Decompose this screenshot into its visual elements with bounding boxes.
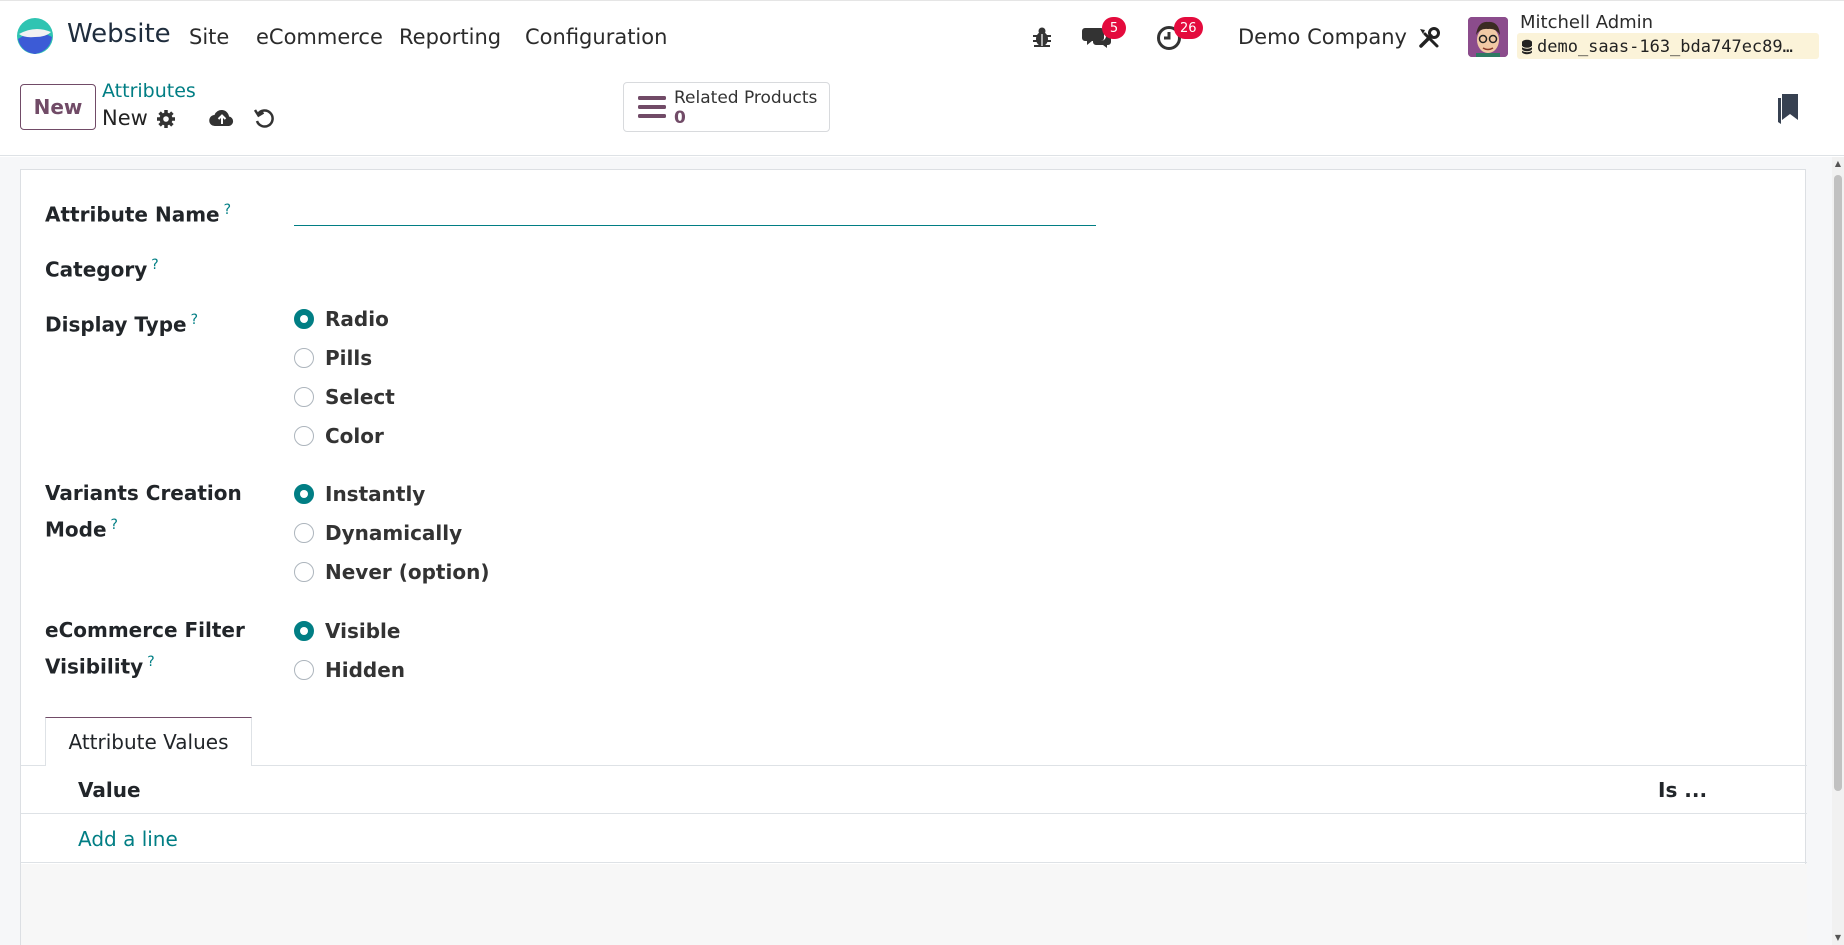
filter-help-tooltip[interactable]: ? (147, 654, 154, 670)
variants-creation-mode-label: Variants Creation Mode? (45, 477, 242, 546)
form-sheet: Attribute Name? Category? Display Type? … (20, 169, 1807, 945)
display-type-label-text: Display Type (45, 312, 187, 337)
category-label: Category? (45, 249, 159, 286)
filter-label-line2: Visibility (45, 654, 144, 679)
display-type-option-pills[interactable]: Pills (294, 343, 372, 373)
gear-icon[interactable] (155, 108, 177, 130)
save-cloud-upload-icon[interactable] (209, 106, 235, 130)
discard-undo-icon[interactable] (252, 106, 276, 130)
table-row: Add a line (21, 815, 1807, 863)
category-label-text: Category (45, 257, 148, 282)
debug-bug-icon[interactable] (1030, 25, 1054, 49)
website-app-logo-icon[interactable] (16, 17, 54, 55)
radio-button[interactable] (294, 660, 314, 680)
add-a-line-link[interactable]: Add a line (78, 827, 178, 851)
radio-label[interactable]: Hidden (325, 658, 405, 682)
database-icon (1521, 39, 1533, 55)
vertical-scrollbar[interactable]: ▲ ▼ (1832, 157, 1844, 945)
smart-button-label: Related Products (674, 88, 818, 108)
variants-help-tooltip[interactable]: ? (111, 517, 118, 533)
scrollbar-thumb[interactable] (1834, 175, 1842, 791)
scroll-up-arrow-icon[interactable]: ▲ (1834, 160, 1842, 168)
attribute-name-help-tooltip[interactable]: ? (224, 202, 231, 218)
bookmark-icon[interactable] (1778, 94, 1800, 129)
control-panel: New Attributes New Related Products 0 (0, 72, 1844, 156)
radio-label[interactable]: Visible (325, 619, 400, 643)
breadcrumb-current: New (102, 106, 148, 130)
scroll-down-arrow-icon[interactable]: ▼ (1834, 934, 1842, 942)
related-products-smart-button[interactable]: Related Products 0 (623, 82, 830, 132)
radio-button[interactable] (294, 426, 314, 446)
top-navbar: Website Site eCommerce Reporting Configu… (0, 0, 1844, 72)
radio-button[interactable] (294, 523, 314, 543)
radio-button[interactable] (294, 309, 314, 329)
filter-option-hidden[interactable]: Hidden (294, 655, 405, 685)
display-type-label: Display Type? (45, 304, 198, 341)
settings-tools-icon[interactable] (1416, 25, 1442, 51)
radio-button[interactable] (294, 621, 314, 641)
radio-button[interactable] (294, 387, 314, 407)
messages-count-badge: 5 (1102, 17, 1126, 39)
radio-label[interactable]: Color (325, 424, 384, 448)
column-header-is[interactable]: Is ... (1658, 778, 1707, 802)
ecommerce-filter-visibility-label: eCommerce Filter Visibility? (45, 614, 245, 683)
database-name: demo_saas-163_bda747ec89… (1517, 33, 1819, 59)
radio-button[interactable] (294, 562, 314, 582)
radio-label[interactable]: Instantly (325, 482, 425, 506)
radio-label[interactable]: Dynamically (325, 521, 462, 545)
display-type-option-radio[interactable]: Radio (294, 304, 389, 334)
breadcrumb-attributes[interactable]: Attributes (102, 80, 196, 102)
radio-label[interactable]: Pills (325, 346, 372, 370)
menu-reporting[interactable]: Reporting (399, 25, 501, 49)
radio-label[interactable]: Select (325, 385, 395, 409)
menu-site[interactable]: Site (189, 25, 229, 49)
smart-button-value: 0 (674, 108, 686, 128)
display-type-help-tooltip[interactable]: ? (191, 312, 198, 328)
variants-label-line2: Mode (45, 517, 107, 542)
filter-label-line1: eCommerce Filter (45, 618, 245, 642)
user-avatar[interactable] (1468, 17, 1508, 57)
list-bars-icon (638, 96, 666, 118)
radio-button[interactable] (294, 348, 314, 368)
radio-label[interactable]: Radio (325, 307, 389, 331)
display-type-option-color[interactable]: Color (294, 421, 384, 451)
app-name[interactable]: Website (67, 19, 171, 49)
filter-option-visible[interactable]: Visible (294, 616, 400, 646)
attribute-name-input[interactable] (294, 190, 1096, 226)
form-view: Attribute Name? Category? Display Type? … (0, 157, 1832, 945)
column-header-value[interactable]: Value (78, 778, 141, 802)
variants-option-never[interactable]: Never (option) (294, 557, 489, 587)
radio-label[interactable]: Never (option) (325, 560, 489, 584)
menu-configuration[interactable]: Configuration (525, 25, 667, 49)
tab-attribute-values[interactable]: Attribute Values (45, 717, 252, 766)
company-switcher[interactable]: Demo Company (1238, 25, 1407, 49)
display-type-option-select[interactable]: Select (294, 382, 395, 412)
attribute-name-label: Attribute Name? (45, 194, 231, 231)
variants-option-instantly[interactable]: Instantly (294, 479, 425, 509)
table-header: Value Is ... (21, 766, 1807, 814)
attribute-name-label-text: Attribute Name (45, 202, 220, 227)
variants-option-dynamically[interactable]: Dynamically (294, 518, 462, 548)
new-button[interactable]: New (20, 84, 96, 130)
user-name[interactable]: Mitchell Admin (1520, 12, 1653, 33)
database-name-text: demo_saas-163_bda747ec89… (1537, 37, 1793, 57)
variants-label-line1: Variants Creation (45, 481, 242, 505)
menu-ecommerce[interactable]: eCommerce (256, 25, 383, 49)
activities-count-badge: 26 (1174, 17, 1203, 39)
category-help-tooltip[interactable]: ? (151, 257, 158, 273)
table-empty-row (21, 864, 1807, 945)
radio-button[interactable] (294, 484, 314, 504)
